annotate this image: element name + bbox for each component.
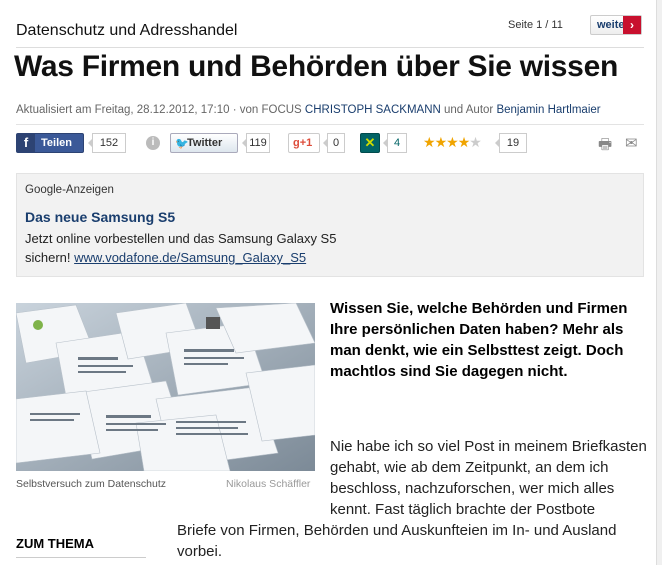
google-plus-count: 0	[323, 133, 345, 153]
ad-text-cont: sichern!	[25, 250, 75, 265]
info-icon[interactable]: i	[146, 136, 160, 150]
chevron-right-icon: ›	[623, 16, 641, 34]
twitter-share-label: Twitter	[187, 137, 223, 149]
article-meta: Aktualisiert am Freitag, 28.12.2012, 17:…	[16, 104, 601, 116]
article-body-paragraph: Nie habe ich so viel Post in meinem Brie…	[330, 438, 647, 518]
twitter-share-count: 119	[242, 133, 270, 153]
image-credit: Nikolaus Schäffler	[226, 478, 311, 490]
star-icon[interactable]: ★	[458, 134, 471, 150]
star-icon[interactable]: ★	[469, 134, 482, 150]
rating-stars[interactable]: ★★★★★	[423, 134, 482, 151]
ad-text: sichern! www.vodafone.de/Samsung_Galaxy_…	[25, 250, 306, 265]
updated-text: Aktualisiert am Freitag, 28.12.2012, 17:…	[16, 104, 305, 116]
author-link-sackmann[interactable]: CHRISTOPH SACKMANN	[305, 104, 441, 116]
google-plus-button[interactable]: g+1	[288, 133, 320, 153]
divider	[16, 124, 644, 125]
rating-count: 19	[495, 133, 527, 153]
related-topics-heading: ZUM THEMA	[16, 536, 94, 551]
article-headline: Was Firmen und Behörden über Sie wissen	[14, 50, 618, 83]
twitter-share-button[interactable]: 🐦 Twitter	[170, 133, 238, 153]
author-link-hartlmaier[interactable]: Benjamin Hartlmaier	[496, 104, 600, 116]
ad-text: Jetzt online vorbestellen und das Samsun…	[25, 231, 337, 246]
article-image[interactable]	[16, 303, 315, 471]
xing-icon[interactable]: ✕	[360, 133, 380, 153]
google-plus-label: g+1	[293, 137, 313, 149]
ad-title-link[interactable]: Das neue Samsung S5	[25, 209, 175, 225]
divider	[16, 47, 644, 48]
mail-icon[interactable]: ✉	[625, 134, 638, 152]
xing-share-count: 4	[383, 133, 407, 153]
facebook-share-count: 152	[88, 133, 126, 153]
ad-url-link[interactable]: www.vodafone.de/Samsung_Galaxy_S5	[74, 250, 306, 265]
article-kicker: Datenschutz und Adresshandel	[16, 22, 238, 39]
meta-and-author: und Autor	[440, 104, 497, 116]
facebook-share-button[interactable]: f Teilen	[16, 133, 84, 153]
print-icon[interactable]: 🖶	[598, 134, 612, 159]
facebook-share-label: Teilen	[41, 137, 72, 149]
next-page-button[interactable]: weiter ›	[590, 15, 642, 35]
star-icon[interactable]: ★	[435, 134, 448, 150]
star-icon[interactable]: ★	[423, 134, 436, 150]
article-lead: Wissen Sie, welche Behörden und Firmen I…	[330, 300, 628, 380]
divider	[16, 557, 146, 558]
article-body-paragraph: Briefe von Firmen, Behörden und Auskunft…	[177, 522, 617, 560]
facebook-icon: f	[17, 134, 35, 152]
ad-label: Google-Anzeigen	[25, 184, 114, 196]
image-caption: Selbstversuch zum Datenschutz	[16, 478, 166, 490]
page-indicator: Seite 1 / 11	[508, 19, 563, 31]
star-icon[interactable]: ★	[446, 134, 459, 150]
scrollbar[interactable]	[656, 0, 662, 565]
